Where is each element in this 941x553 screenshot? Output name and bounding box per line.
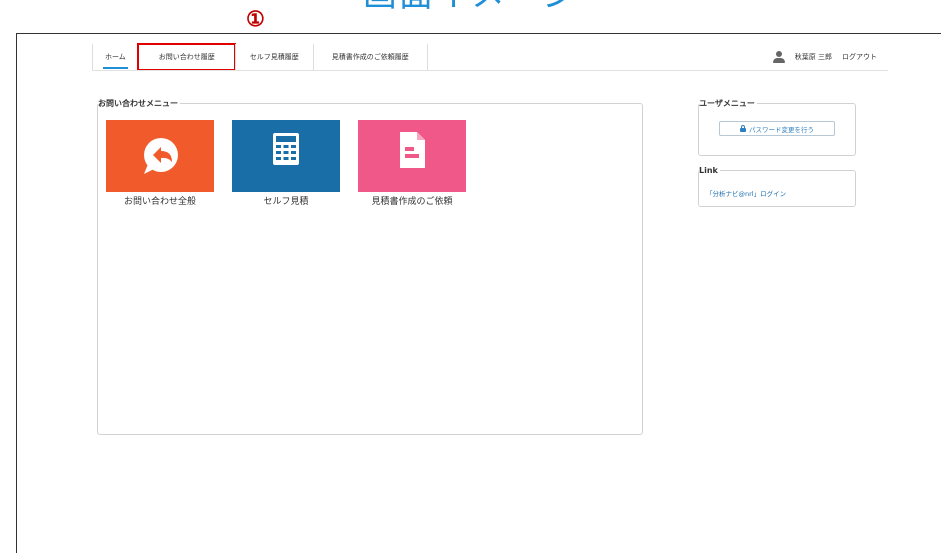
tile-quote-request[interactable]: 見積書作成のご依頼: [358, 120, 466, 207]
logout-link[interactable]: ログアウト: [842, 52, 877, 62]
analysis-navi-login-link[interactable]: 「分析ナビ@nrl」ログイン: [706, 188, 786, 198]
link-panel: Link 「分析ナビ@nrl」ログイン: [698, 165, 856, 207]
tile-self-estimate-label: セルフ見積: [263, 197, 309, 207]
tab-self-estimate-history-label: セルフ見積履歴: [249, 53, 299, 61]
user-menu-title: ユーザメニュー: [699, 98, 757, 109]
tab-quote-request-history[interactable]: 見積書作成のご依頼履歴: [312, 44, 428, 70]
screen-title: 画面イメージ: [0, 0, 941, 12]
tab-quote-request-history-label: 見積書作成のご依頼履歴: [331, 53, 409, 61]
change-password-label: パスワード変更を行う: [749, 125, 814, 134]
tab-home[interactable]: ホーム: [92, 44, 138, 70]
top-nav: ホーム お問い合わせ履歴 セルフ見積履歴 見積書作成のご依頼履歴: [92, 43, 428, 71]
tile-general-inquiry[interactable]: お問い合わせ全般: [106, 120, 214, 207]
link-panel-title: Link: [699, 165, 720, 176]
user-icon: [772, 51, 785, 63]
annotation-number: ①: [246, 6, 265, 31]
tab-home-label: ホーム: [105, 53, 126, 61]
inquiry-menu-title: お問い合わせメニュー: [98, 98, 180, 109]
document-icon: [400, 132, 425, 168]
nav-divider: [92, 70, 888, 71]
user-area: 秋葉原 三郎 ログアウト: [772, 44, 877, 70]
tile-quote-request-label: 見積書作成のご依頼: [371, 197, 453, 207]
tile-self-estimate-box[interactable]: [232, 120, 340, 192]
calculator-icon: [273, 133, 299, 165]
lock-icon: [740, 125, 746, 132]
tab-self-estimate-history[interactable]: セルフ見積履歴: [234, 44, 313, 70]
tile-quote-request-box[interactable]: [358, 120, 466, 192]
tab-inquiry-history-label: お問い合わせ履歴: [158, 53, 215, 61]
tile-general-inquiry-label: お問い合わせ全般: [123, 197, 196, 207]
user-name: 秋葉原 三郎: [794, 53, 832, 61]
tile-general-inquiry-box[interactable]: [106, 120, 214, 192]
tile-self-estimate[interactable]: セルフ見積: [232, 120, 340, 207]
reply-chat-icon: [144, 138, 178, 174]
user-menu-panel: ユーザメニュー パスワード変更を行う: [698, 98, 856, 156]
inquiry-menu-panel: お問い合わせメニュー お問い合わせ全般 セルフ見積 見積書作成のご依頼: [97, 98, 643, 435]
tab-inquiry-history[interactable]: お問い合わせ履歴: [136, 43, 236, 71]
change-password-button[interactable]: パスワード変更を行う: [719, 121, 835, 136]
